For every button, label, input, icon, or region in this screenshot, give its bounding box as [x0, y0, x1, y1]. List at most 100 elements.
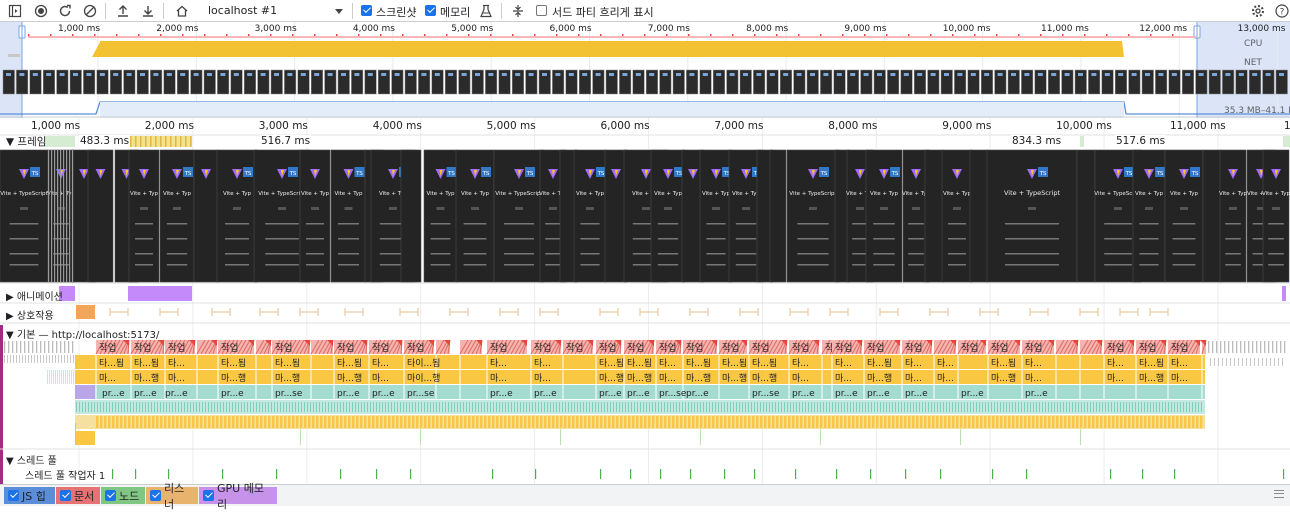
overview-thumb-logo [1037, 73, 1043, 76]
timeline-overview[interactable]: 1,000 ms 2,000 ms 3,000 ms 4,000 ms 5,000 ms… [0, 22, 1290, 118]
ts-logo-text: TS [184, 171, 192, 177]
screenshot-text-line [735, 238, 757, 240]
screenshot-text-line [338, 264, 359, 266]
sidebar-toggle-icon[interactable] [6, 2, 24, 20]
screenshot-text-line [135, 253, 153, 255]
screenshot-title: Vite + Typ [943, 191, 972, 197]
screenshot-button [586, 207, 594, 210]
screenshot-title: Vite + Typ [1219, 191, 1248, 197]
microtask-label: 마...행 [686, 372, 711, 384]
memory-counter-label: 노드 [119, 489, 140, 503]
memory-counter-0[interactable]: JS 힙 [4, 487, 55, 504]
deep-row-mark [661, 402, 662, 412]
timer-fired-label: 타...됨 [991, 357, 1016, 369]
memory-counter-checkbox[interactable] [105, 490, 116, 501]
animations-track-label[interactable]: ▶ 애니메이션 [6, 288, 63, 303]
small-event [1210, 358, 1211, 366]
memory-counter-4[interactable]: GPU 메모리 [199, 482, 277, 511]
ts-logo-text: TS [355, 171, 363, 177]
screenshot-text-line [545, 238, 561, 240]
interactions-track-label[interactable]: ▶ 상호작용 [6, 307, 54, 322]
worker-task [1142, 469, 1144, 479]
task-label: 작업 [1025, 342, 1042, 354]
screenshot-text-line [948, 223, 966, 225]
screenshot-text-line [430, 264, 451, 266]
drag-handle-icon[interactable] [1274, 490, 1284, 498]
deep-row-mark [721, 402, 722, 412]
timeline-main[interactable]: TS Vite + TypeScript Vite + Typ Vite + Typ T… [0, 118, 1290, 484]
deep-row-mark [1054, 402, 1055, 412]
memory-counter-checkbox[interactable] [203, 490, 214, 501]
overview-thumb-logo [555, 73, 561, 76]
deep-row-mark [1180, 416, 1183, 428]
deep-row-mark [112, 416, 115, 428]
main-thread-label[interactable]: ▼ 기본 — http://localhost:5173/ [6, 326, 159, 341]
deep-row-mark [1124, 416, 1127, 428]
settings-icon[interactable] [1249, 2, 1267, 20]
microtask-label: 마...행 [134, 372, 159, 384]
screenshot-button [880, 207, 888, 210]
screenshot-text-line [852, 238, 868, 240]
target-select[interactable]: localhost #1 [208, 4, 277, 17]
frames-track-label[interactable]: ▼ 프레임 [6, 134, 46, 149]
overview-thumb-logo [863, 73, 869, 76]
timer-fired-label: 타... [905, 358, 922, 369]
ts-logo-text: TS [526, 171, 534, 177]
deep-row-mark [1192, 416, 1195, 428]
microtask-label: 마...행 [275, 372, 300, 384]
deep-row-mark [958, 402, 959, 412]
microtask-label: 마이...행 [407, 372, 440, 384]
memory-counter-2[interactable]: 노드 [101, 487, 145, 504]
deep-row-mark [768, 416, 771, 428]
frame-tick [155, 136, 157, 147]
timer-fired-label: 타...됨 [599, 357, 624, 369]
deep-row-mark [220, 416, 223, 428]
deep-row-mark [844, 402, 845, 412]
deep-row-mark [808, 402, 809, 412]
overview-thumb-logo [944, 73, 949, 76]
worker-task [1283, 469, 1285, 479]
parse-label: pr...e [905, 389, 928, 399]
overview-thumb-logo [1225, 73, 1231, 76]
memory-counter-label: JS 힙 [22, 489, 46, 503]
screenshot-title: Vite + Typ [301, 191, 330, 197]
home-icon[interactable] [173, 2, 191, 20]
download-icon[interactable] [139, 2, 157, 20]
help-icon[interactable]: ? [1273, 2, 1290, 20]
memory-counter-checkbox[interactable] [8, 490, 19, 501]
screenshots-checkbox[interactable] [361, 5, 372, 16]
screenshot-text-line [463, 264, 487, 266]
worker-task [754, 469, 756, 479]
screenshot-button [389, 207, 397, 210]
memory-counter-checkbox[interactable] [150, 490, 161, 501]
ts-logo-text: TS [447, 171, 455, 177]
upload-icon[interactable] [114, 2, 132, 20]
dropdown-arrow-icon[interactable] [330, 2, 348, 20]
memory-counter-label: 문서 [74, 489, 95, 503]
memory-counter-1[interactable]: 문서 [56, 487, 100, 504]
screenshot-button [642, 207, 650, 210]
overview-thumb-logo [1279, 73, 1284, 76]
memory-counter-3[interactable]: 리스너 [146, 482, 198, 511]
thread-pool-label[interactable]: ▼ 스레드 풀 [6, 452, 57, 467]
overview-thumb-logo [140, 73, 145, 76]
memory-checkbox[interactable] [425, 5, 436, 16]
garbage-collect-icon[interactable] [477, 2, 495, 20]
deep-row-mark [748, 416, 751, 428]
overview-thumb-logo [890, 73, 896, 76]
deep-row-mark [766, 402, 767, 412]
third-party-checkbox[interactable] [536, 5, 547, 16]
reload-icon[interactable] [56, 2, 74, 20]
deep-row-mark [922, 402, 923, 412]
frame-duration-label: 516.7 ms [260, 135, 312, 147]
screenshot-text-line [580, 223, 600, 225]
overview-thumb-logo [689, 73, 695, 76]
clear-icon[interactable] [81, 2, 99, 20]
deep-row-mark [904, 416, 907, 428]
memory-counter-checkbox[interactable] [60, 490, 71, 501]
record-icon[interactable] [32, 2, 50, 20]
collapse-icon[interactable] [509, 2, 527, 20]
screenshot-button [664, 207, 672, 210]
overview-thumb-logo [434, 73, 440, 76]
worker-task [340, 469, 342, 479]
